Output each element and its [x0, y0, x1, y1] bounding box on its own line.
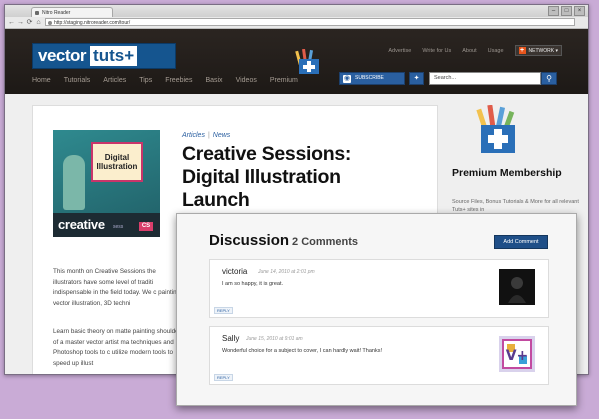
comment-item: Sally June 15, 2010 at 9:01 am Wonderful… [209, 326, 549, 385]
sidebar-heading[interactable]: Premium Membership [452, 167, 562, 180]
address-bar: ← → ⟳ ⌂ http://staging.nitroreader.com/t… [5, 17, 588, 29]
avatar [499, 269, 535, 305]
search-input[interactable]: Search... [429, 72, 541, 85]
url-input[interactable]: http://staging.nitroreader.com/tour/ [45, 18, 575, 26]
comment-item: victoria June 14, 2010 at 2:01 pm I am s… [209, 259, 549, 318]
discussion-panel: Discussion 2 Comments Add Comment victori… [176, 213, 577, 406]
plus-icon: + [518, 47, 526, 54]
reload-button[interactable]: ⟳ [25, 18, 34, 27]
site-logo[interactable]: vector tuts+ [32, 43, 176, 69]
rss-icon: ◉ [343, 74, 351, 83]
thumb-cs-badge: CS [139, 222, 153, 231]
article-paragraph-2: Learn basic theory on matte painting sho… [53, 328, 181, 367]
thumb-frame-text: Digital Illustration [96, 153, 138, 171]
avatar: V+ [499, 336, 535, 372]
nav-home[interactable]: Home [32, 77, 51, 84]
comment-text: I am so happy, it is great. [222, 281, 284, 287]
nav-freebies[interactable]: Freebies [165, 77, 192, 84]
comment-author[interactable]: Sally [222, 334, 239, 343]
comment-count: 2 Comments [292, 236, 359, 248]
close-button[interactable]: × [574, 6, 585, 16]
article-categories: Articles | News [182, 132, 230, 139]
thumb-sess: sess [113, 224, 124, 230]
comment-text: Wonderful choice for a subject to cover,… [222, 348, 382, 354]
site-header: vector tuts+ Advertise Write for Us Abou… [5, 29, 588, 94]
premium-membership-icon[interactable] [474, 105, 522, 157]
comment-date: June 15, 2010 at 9:01 am [246, 336, 303, 342]
search-icon: ⚲ [546, 74, 552, 83]
article-paragraph-1: This month on Creative Sessions the illu… [53, 268, 182, 307]
nav-tutorials[interactable]: Tutorials [64, 77, 91, 84]
nav-premium[interactable]: Premium [270, 77, 298, 84]
comment-author[interactable]: victoria [222, 267, 247, 276]
thumb-frame: Digital Illustration [91, 142, 143, 182]
link-usage[interactable]: Usage [488, 48, 504, 54]
nav-articles[interactable]: Articles [103, 77, 126, 84]
logo-vector: vector [38, 46, 87, 65]
window-controls: – □ × [548, 6, 585, 16]
link-advertise[interactable]: Advertise [388, 48, 411, 54]
category-separator: | [207, 132, 210, 139]
forward-button[interactable]: → [16, 18, 25, 27]
article-thumbnail[interactable]: Digital Illustration creative sess CS [53, 130, 160, 237]
discussion-heading: Discussion 2 Comments [209, 232, 358, 249]
robot-illustration [63, 155, 85, 210]
reply-button[interactable]: REPLY [214, 374, 233, 381]
top-links: Advertise Write for Us About Usage + NET… [388, 45, 562, 56]
add-comment-button[interactable]: Add Comment [494, 235, 548, 249]
tab-title: Nitro Reader [42, 10, 71, 16]
subscribe-label: SUBSCRIBE [355, 75, 384, 81]
back-button[interactable]: ← [7, 18, 16, 27]
sidebar-text: Source Files, Bonus Tutorials & More for… [452, 199, 579, 213]
nav-tips[interactable]: Tips [139, 77, 152, 84]
network-label: NETWORK ▾ [528, 47, 558, 54]
thumb-creative: creative [58, 217, 105, 232]
favicon-icon [35, 11, 39, 15]
maximize-button[interactable]: □ [561, 6, 572, 16]
search-button[interactable]: ⚲ [541, 72, 557, 85]
twitter-button[interactable]: ✦ [409, 72, 424, 85]
nav-basix[interactable]: Basix [205, 77, 222, 84]
reply-button[interactable]: REPLY [214, 307, 233, 314]
network-button[interactable]: + NETWORK ▾ [514, 45, 562, 56]
comment-date: June 14, 2010 at 2:01 pm [258, 269, 315, 275]
url-text: http://staging.nitroreader.com/tour/ [54, 20, 131, 26]
article-title[interactable]: Creative Sessions: Digital Illustration … [182, 143, 402, 212]
svg-text:V+: V+ [506, 348, 529, 364]
nav-videos[interactable]: Videos [236, 77, 257, 84]
discussion-title: Discussion [209, 232, 290, 249]
tab-bar: Nitro Reader – □ × [5, 5, 588, 17]
subscribe-button[interactable]: ◉ SUBSCRIBE [339, 72, 405, 85]
bird-icon: ✦ [413, 75, 420, 82]
category-articles[interactable]: Articles [182, 132, 205, 139]
link-about[interactable]: About [462, 48, 476, 54]
premium-icon[interactable] [295, 49, 323, 75]
browser-tab[interactable]: Nitro Reader [31, 7, 113, 17]
category-news[interactable]: News [213, 132, 231, 139]
minimize-button[interactable]: – [548, 6, 559, 16]
link-write-for-us[interactable]: Write for Us [422, 48, 451, 54]
main-nav: Home Tutorials Articles Tips Freebies Ba… [32, 77, 311, 84]
home-button[interactable]: ⌂ [34, 18, 43, 27]
logo-tuts: tuts+ [90, 46, 138, 66]
globe-icon [48, 21, 52, 25]
